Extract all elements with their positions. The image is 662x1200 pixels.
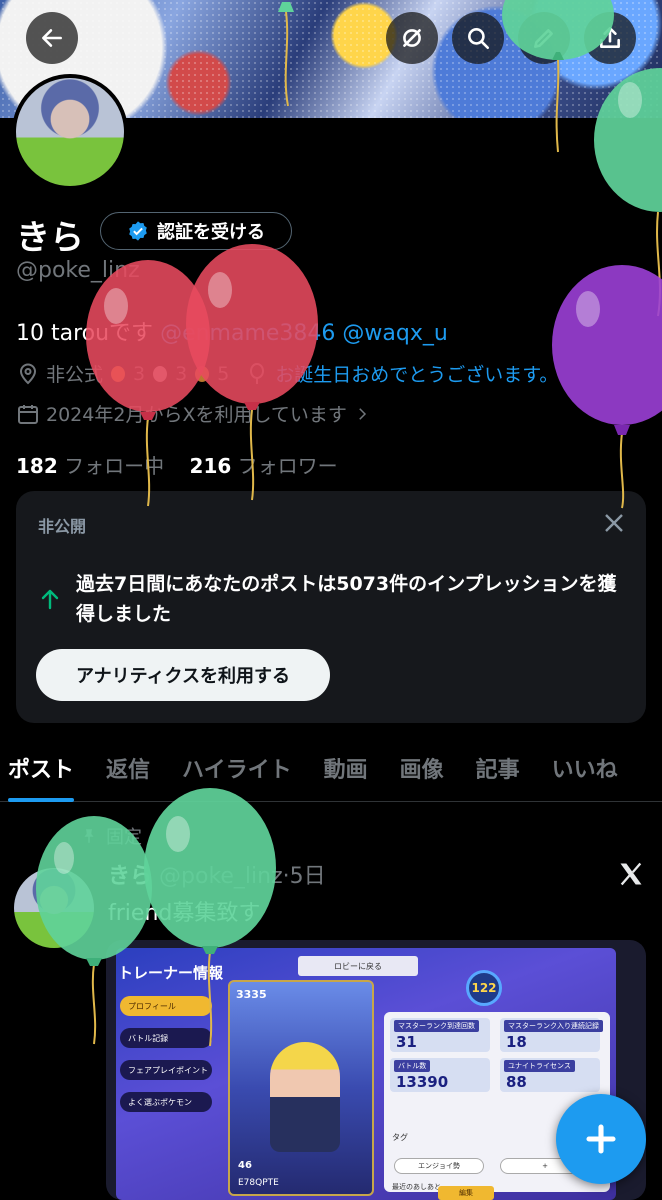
- joined-text: 2024年2月からXを利用しています: [46, 404, 347, 426]
- stat-value: 31: [396, 1033, 417, 1051]
- medal-count-3: 5: [217, 362, 230, 385]
- post-author-name[interactable]: きら: [108, 864, 152, 889]
- medal-icon: [111, 365, 126, 382]
- image-card-number: 46: [238, 1160, 252, 1171]
- card-title: 非公開: [38, 517, 87, 536]
- tab-highlights[interactable]: ハイライト: [182, 740, 292, 801]
- x-logo-icon: [616, 860, 646, 888]
- tab-likes[interactable]: いいね: [552, 740, 618, 801]
- get-verified-button[interactable]: 認証を受ける: [100, 212, 292, 250]
- trend-up-icon: [38, 587, 62, 611]
- image-menu-item: よく選ぶポケモン: [120, 1092, 212, 1112]
- plus-icon: [586, 1124, 616, 1154]
- tab-replies[interactable]: 返信: [106, 740, 150, 801]
- stat-value: 13390: [396, 1073, 449, 1091]
- following-count: 182: [16, 454, 58, 478]
- tab-articles[interactable]: 記事: [476, 740, 520, 801]
- stat-label: マスターランク入り連続記録: [504, 1020, 603, 1032]
- profile-name: きら: [16, 218, 84, 258]
- search-icon: [468, 28, 490, 50]
- medal-icon: [195, 365, 210, 382]
- profile-tabs: ポスト 返信 ハイライト 動画 画像 記事 いいね: [0, 740, 662, 802]
- close-icon: [605, 514, 623, 532]
- image-edit-button: 編集: [438, 1186, 494, 1200]
- post-header: きら @poke_linz·5日: [108, 864, 326, 889]
- stat-label: マスターランク到達回数: [394, 1020, 479, 1032]
- share-icon: [600, 26, 620, 48]
- following-label: フォロー中: [64, 454, 165, 478]
- chevron-right-icon: [359, 407, 366, 420]
- image-level: 122: [466, 970, 502, 1006]
- tab-images[interactable]: 画像: [400, 740, 444, 801]
- bio-mention-2[interactable]: @waqx_u: [342, 321, 447, 346]
- tab-posts[interactable]: ポスト: [8, 740, 75, 802]
- use-analytics-button[interactable]: アナリティクスを利用する: [36, 649, 330, 701]
- verified-badge-icon: [129, 221, 147, 241]
- profile-bio: 10 tarouです @enmame3846 @waqx_u: [16, 315, 448, 347]
- stat-value: 88: [506, 1073, 527, 1091]
- location-text: 非公式: [46, 364, 104, 386]
- stat-label: ユナイトライセンス: [504, 1060, 575, 1072]
- bio-text: 10 tarouです: [16, 321, 154, 346]
- post-author-handle[interactable]: @poke_linz: [159, 864, 283, 889]
- image-trainer-card: 3335 E78QPTE 46: [228, 980, 374, 1196]
- impressions-message: 過去7日間にあなたのポストは5073件のインプレッションを獲得しました: [76, 573, 617, 625]
- profile-handle: @poke_linz: [16, 258, 140, 283]
- compose-post-button[interactable]: [556, 1094, 646, 1184]
- bio-mention-1[interactable]: @enmame3846: [160, 321, 335, 346]
- purple-balloon: [552, 265, 662, 509]
- follow-stats: 182 フォロー中 216 フォロワー: [16, 450, 338, 479]
- pinned-label: 固定: [106, 827, 142, 848]
- image-trainer-id: E78QPTE: [238, 1178, 279, 1188]
- location-pin-icon: [19, 363, 37, 384]
- tab-videos[interactable]: 動画: [324, 740, 368, 801]
- back-arrow-icon: [42, 29, 62, 47]
- location-row: 非公式 3 3 5 お誕生日おめでとうございます。: [16, 360, 558, 387]
- recent-label: 最近のあしあと: [392, 1183, 441, 1191]
- grok-button[interactable]: [386, 12, 438, 64]
- back-button[interactable]: [26, 12, 78, 64]
- following-link[interactable]: 182 フォロー中: [16, 454, 164, 478]
- edit-button[interactable]: [518, 12, 570, 64]
- post-time[interactable]: 5日: [290, 864, 326, 889]
- image-menu-item: バトル記録: [120, 1028, 212, 1048]
- calendar-icon: [18, 404, 38, 424]
- post-author-avatar[interactable]: [14, 868, 94, 948]
- stat-value: 18: [506, 1033, 527, 1051]
- joined-row[interactable]: 2024年2月からXを利用しています: [16, 400, 371, 427]
- image-rating: 3335: [236, 988, 267, 1001]
- image-lobby-button: ロビーに戻る: [298, 956, 418, 976]
- image-menu-item: フェアプレイポイント: [120, 1060, 212, 1080]
- pin-icon: [84, 829, 94, 843]
- followers-label: フォロワー: [237, 454, 338, 478]
- medal-count-2: 3: [175, 362, 188, 385]
- balloon-icon: [250, 362, 265, 384]
- tag-chip: エンジョイ勢: [394, 1158, 484, 1174]
- get-verified-label: 認証を受ける: [157, 222, 265, 243]
- medal-icon: [153, 365, 168, 382]
- private-analytics-card: 非公開 過去7日間にあなたのポストは5073件のインプレッションを獲得しました …: [16, 491, 646, 723]
- followers-link[interactable]: 216 フォロワー: [190, 454, 338, 478]
- tags-label: タグ: [392, 1133, 408, 1142]
- image-menu-item: プロフィール: [120, 996, 212, 1016]
- image-title: トレーナー情報: [118, 964, 224, 982]
- pinned-indicator: 固定: [80, 823, 142, 849]
- pen-icon: [534, 29, 553, 48]
- medal-count-1: 3: [133, 362, 146, 385]
- share-button[interactable]: [584, 12, 636, 64]
- stat-label: バトル数: [394, 1060, 431, 1072]
- card-close-button[interactable]: [602, 511, 626, 535]
- grok-icon: [403, 29, 421, 47]
- followers-count: 216: [189, 454, 232, 478]
- post-text: friend募集致す: [108, 901, 261, 926]
- search-button[interactable]: [452, 12, 504, 64]
- profile-avatar[interactable]: [12, 74, 128, 190]
- birthday-text: お誕生日おめでとうございます。: [275, 364, 559, 386]
